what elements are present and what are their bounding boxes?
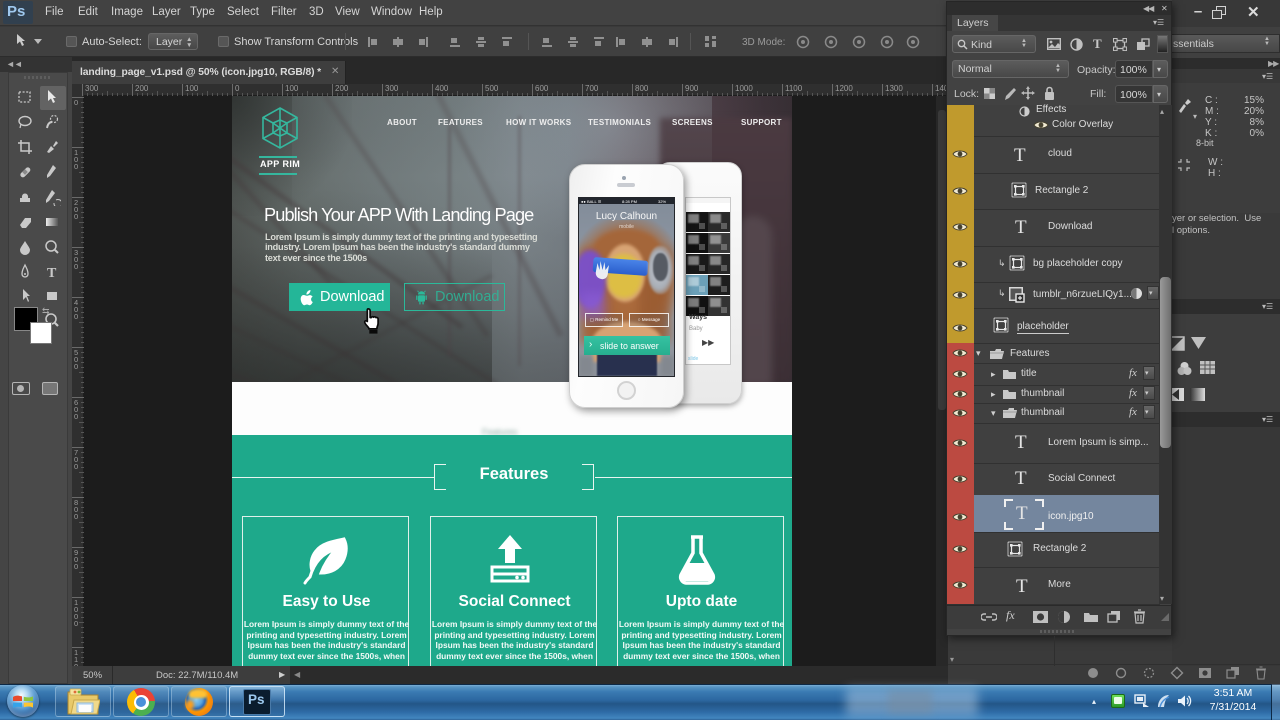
svg-text:T: T bbox=[47, 266, 57, 281]
